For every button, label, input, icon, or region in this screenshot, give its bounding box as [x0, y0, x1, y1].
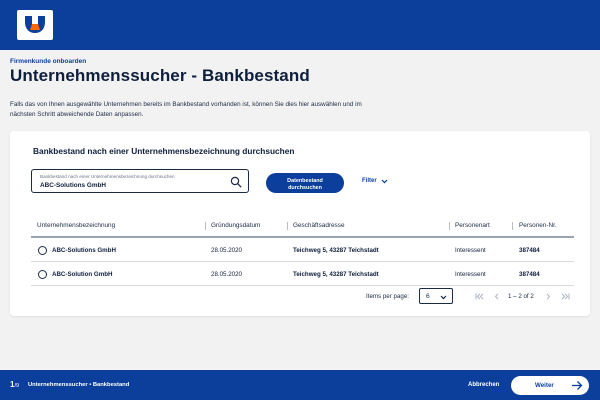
cell-address: Teichweg 5, 43287 Teichstadt [293, 271, 379, 278]
intro-text: Falls das von Ihnen ausgewählte Unterneh… [10, 100, 430, 120]
bottom-bar: 1/9 Unternehmenssucher • Bankbestand Abb… [0, 370, 600, 400]
next-button-label: Weiter [535, 382, 554, 389]
cell-founding-date: 28.05.2020 [211, 271, 242, 278]
search-field[interactable]: Bankbestand nach einer Unternehmensbezei… [31, 169, 249, 193]
first-page-button[interactable] [474, 291, 484, 301]
arrow-right-icon [572, 381, 583, 390]
cancel-button[interactable]: Abbrechen [468, 382, 499, 388]
section-title: Bankbestand nach einer Unternehmensbezei… [33, 146, 295, 156]
last-page-button[interactable] [560, 291, 570, 301]
column-header-person-number[interactable]: Personen-Nr. [519, 222, 557, 229]
chevron-down-icon [440, 295, 447, 300]
search-field-label: Bankbestand nach einer Unternehmensbezei… [40, 174, 175, 179]
chevron-left-icon [494, 292, 498, 300]
bank-logo-icon[interactable] [17, 10, 53, 40]
column-divider [512, 222, 513, 230]
search-input[interactable] [40, 182, 220, 189]
chevron-down-icon [381, 179, 388, 183]
column-divider [287, 222, 288, 230]
table-row[interactable]: ABC-Solution GmbH 28.05.2020 Teichweg 5,… [31, 262, 574, 286]
button-label-line: durchsuchen [288, 184, 322, 191]
button-label-line: Datenbestand [287, 177, 323, 184]
cell-person-number: 387484 [519, 271, 540, 278]
column-header-company[interactable]: Unternehmensbezeichnung [37, 222, 115, 229]
cell-company: ABC-Solutions GmbH [52, 247, 116, 254]
row-radio[interactable] [38, 246, 47, 255]
next-page-button[interactable] [543, 291, 553, 301]
cell-person-type: Interessent [455, 247, 486, 254]
column-header-person-type[interactable]: Personenart [455, 222, 490, 229]
top-bar [0, 0, 600, 50]
column-divider [449, 222, 450, 230]
items-per-page-select[interactable]: 6 [419, 288, 453, 304]
items-per-page-value: 6 [426, 293, 430, 300]
last-page-icon [561, 292, 569, 300]
table-header: Unternehmensbezeichnung Gründungsdatum G… [31, 216, 574, 238]
cell-person-type: Interessent [455, 271, 486, 278]
first-page-icon [475, 292, 483, 300]
breadcrumb: Firmenkunde onboarden [10, 58, 87, 65]
search-database-button[interactable]: Datenbestand durchsuchen [266, 173, 344, 193]
search-icon[interactable] [230, 176, 242, 188]
column-header-founding-date[interactable]: Gründungsdatum [211, 222, 260, 229]
intro-line: nächsten Schritt abweichende Daten anpas… [10, 111, 144, 118]
step-total: /9 [14, 383, 20, 389]
items-per-page-label: Items per page: [366, 293, 409, 300]
column-header-address[interactable]: Geschäftsadresse [293, 222, 345, 229]
filter-label: Filter [362, 178, 377, 184]
cell-company: ABC-Solution GmbH [52, 271, 113, 278]
bank-logo-graphic [25, 16, 45, 33]
page-title: Unternehmenssucher - Bankbestand [10, 66, 310, 85]
previous-page-button[interactable] [491, 291, 501, 301]
cell-person-number: 387484 [519, 247, 540, 254]
step-indicator: 1/9 [10, 380, 19, 389]
page-range: 1 – 2 of 2 [508, 293, 534, 300]
filter-button[interactable]: Filter [362, 178, 388, 184]
results-table: Unternehmensbezeichnung Gründungsdatum G… [31, 216, 574, 286]
table-row[interactable]: ABC-Solutions GmbH 28.05.2020 Teichweg 5… [31, 238, 574, 262]
intro-line: Falls das von Ihnen ausgewählte Unterneh… [10, 101, 362, 108]
column-divider [205, 222, 206, 230]
pagination: Items per page: 6 1 – 2 of 2 [350, 288, 580, 304]
cell-address: Teichweg 5, 43287 Teichstadt [293, 247, 379, 254]
step-title: Unternehmenssucher • Bankbestand [28, 382, 130, 388]
row-radio[interactable] [38, 270, 47, 279]
chevron-right-icon [546, 292, 550, 300]
next-button[interactable]: Weiter [511, 376, 589, 395]
search-card: Bankbestand nach einer Unternehmensbezei… [10, 131, 590, 316]
cell-founding-date: 28.05.2020 [211, 247, 242, 254]
